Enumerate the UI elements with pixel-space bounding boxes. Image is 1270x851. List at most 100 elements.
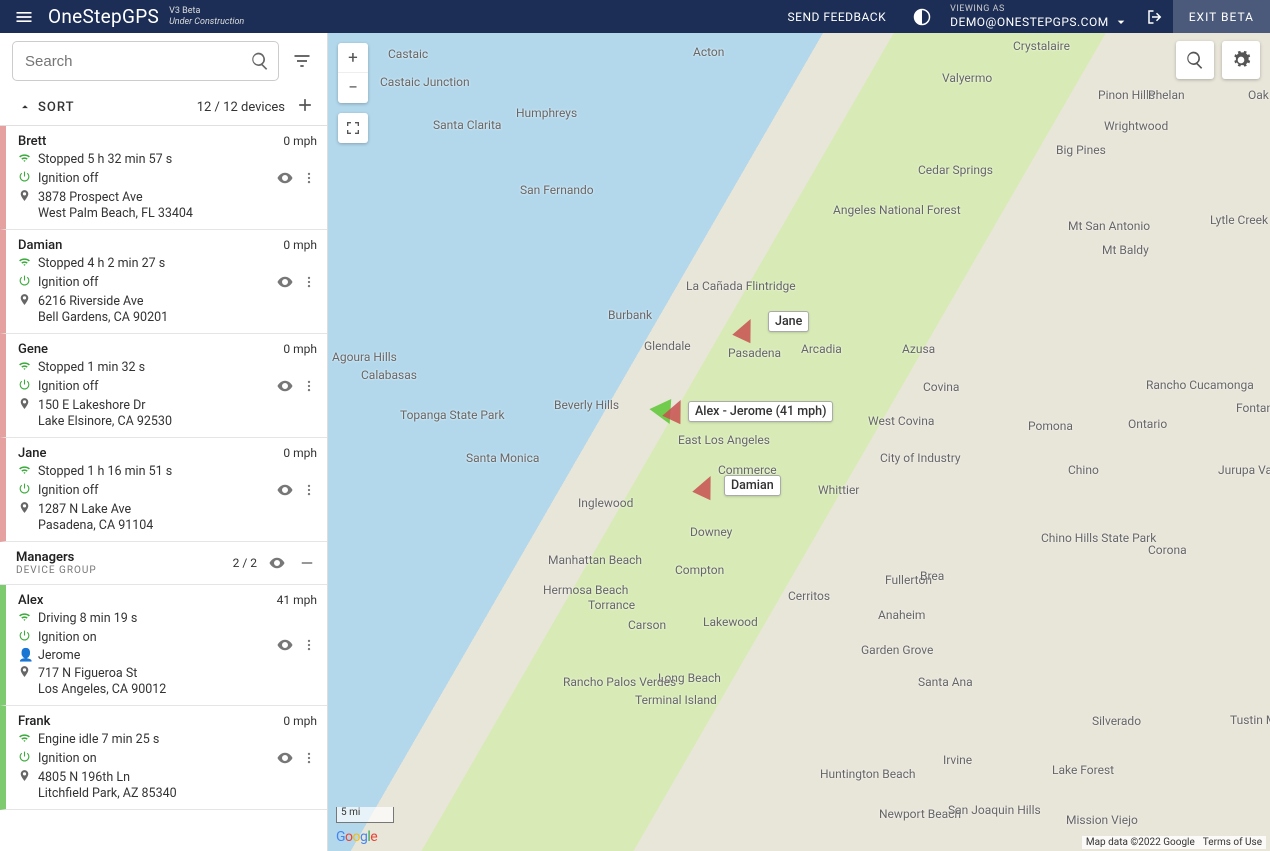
eye-icon[interactable]: [267, 554, 287, 572]
more-icon[interactable]: [299, 376, 319, 396]
map-city-label: Fontana: [1236, 401, 1270, 415]
send-feedback-button[interactable]: SEND FEEDBACK: [772, 0, 903, 33]
eye-icon[interactable]: [275, 748, 295, 768]
map-marker-jane[interactable]: [732, 315, 759, 343]
more-icon[interactable]: [299, 635, 319, 655]
map-city-label: Garden Grove: [861, 643, 933, 657]
more-icon[interactable]: [299, 748, 319, 768]
map-city-label: Ontario: [1128, 417, 1167, 431]
power-icon: [18, 482, 32, 499]
zoom-out-button[interactable]: −: [338, 73, 368, 103]
wifi-icon: [18, 151, 32, 168]
map-city-label: Anaheim: [878, 608, 925, 622]
fullscreen-icon[interactable]: [338, 113, 368, 143]
map-city-label: Chino: [1068, 463, 1099, 477]
map-city-label: Rancho Cucamonga: [1146, 378, 1254, 392]
logout-icon[interactable]: [1137, 0, 1173, 33]
map-city-label: Silverado: [1092, 714, 1141, 728]
eye-icon[interactable]: [275, 635, 295, 655]
device-item[interactable]: Damian0 mph Stopped 4 h 2 min 27 s Ignit…: [0, 230, 327, 334]
map-city-label: Angeles National Forest: [833, 203, 961, 217]
map-search-icon[interactable]: [1176, 41, 1214, 79]
chevron-down-icon: [1113, 14, 1129, 30]
map-city-label: Wrightwood: [1104, 119, 1168, 133]
map-city-label: Whittier: [818, 483, 859, 497]
device-item[interactable]: Alex41 mph Driving 8 min 19 s Ignition o…: [0, 585, 327, 706]
map-city-label: Pinon Hills: [1098, 88, 1155, 102]
eye-icon[interactable]: [275, 376, 295, 396]
more-icon[interactable]: [299, 480, 319, 500]
chevron-up-icon: [18, 100, 32, 114]
map-city-label: Topanga State Park: [400, 408, 505, 422]
pin-icon: [18, 501, 32, 518]
terms-link[interactable]: Terms of Use: [1203, 837, 1262, 848]
map-city-label: La Cañada Flintridge: [686, 279, 796, 293]
beta-label: V3 Beta Under Construction: [169, 6, 244, 28]
eye-icon[interactable]: [275, 480, 295, 500]
map-city-label: Arcadia: [801, 342, 842, 356]
map-city-label: Acton: [693, 45, 724, 59]
eye-icon[interactable]: [275, 272, 295, 292]
contrast-icon[interactable]: [902, 0, 942, 33]
map-city-label: Azusa: [902, 342, 935, 356]
device-item[interactable]: Brett0 mph Stopped 5 h 32 min 57 s Ignit…: [0, 126, 327, 230]
map-city-label: Lakewood: [703, 615, 758, 629]
device-item[interactable]: Gene0 mph Stopped 1 min 32 s Ignition of…: [0, 334, 327, 438]
device-list[interactable]: Brett0 mph Stopped 5 h 32 min 57 s Ignit…: [0, 126, 327, 851]
map-city-label: Pasadena: [728, 346, 781, 360]
search-box[interactable]: [12, 41, 279, 81]
power-icon: [18, 170, 32, 187]
search-input[interactable]: [25, 53, 250, 70]
map-city-label: Tustin Mountain Reserve: [1230, 713, 1270, 727]
map-city-label: Jurupa Valley: [1218, 463, 1270, 477]
map-city-label: Big Pines: [1056, 143, 1106, 157]
map-canvas[interactable]: + − CastaicCastaic JunctionActonCrystala…: [328, 33, 1270, 851]
power-icon: [18, 629, 32, 646]
zoom-control: + −: [338, 43, 368, 103]
map-city-label: Terminal Island: [635, 693, 717, 707]
sidebar: SORT 12 / 12 devices Brett0 mph Stopped …: [0, 33, 328, 851]
map-city-label: Santa Ana: [918, 675, 973, 689]
map-city-label: Corona: [1148, 543, 1187, 557]
gear-icon[interactable]: [1222, 41, 1260, 79]
pin-icon: [18, 189, 32, 206]
fullscreen-control: [338, 113, 368, 143]
map-city-label: East Los Angeles: [678, 433, 770, 447]
map-tag-alex[interactable]: Alex - Jerome (41 mph): [688, 401, 833, 422]
sort-toggle[interactable]: SORT: [18, 100, 75, 115]
device-item[interactable]: Jane0 mph Stopped 1 h 16 min 51 s Igniti…: [0, 438, 327, 542]
pin-icon: [18, 397, 32, 414]
map-city-label: San Fernando: [520, 183, 594, 197]
search-icon[interactable]: [250, 51, 270, 71]
pin-icon: [18, 665, 32, 682]
map-city-label: Rancho Palos Verdes: [563, 675, 676, 689]
more-icon[interactable]: [299, 168, 319, 188]
map-city-label: Mission Viejo: [1066, 813, 1138, 827]
add-icon[interactable]: [295, 95, 315, 119]
hamburger-menu-icon[interactable]: [8, 1, 40, 33]
map-city-label: Crystalaire: [1013, 39, 1070, 53]
map-tag-damian[interactable]: Damian: [724, 475, 781, 496]
map-city-label: Huntington Beach: [820, 767, 916, 781]
map-city-label: Glendale: [644, 339, 691, 353]
power-icon: [18, 274, 32, 291]
app-header: OneStepGPS V3 Beta Under Construction SE…: [0, 0, 1270, 33]
device-item[interactable]: Frank0 mph Engine idle 7 min 25 s Igniti…: [0, 706, 327, 810]
map-city-label: Humphreys: [516, 106, 577, 120]
map-tag-jane[interactable]: Jane: [768, 311, 809, 332]
wifi-icon: [18, 359, 32, 376]
more-icon[interactable]: [299, 272, 319, 292]
map-city-label: Santa Monica: [466, 451, 539, 465]
filter-icon[interactable]: [287, 46, 317, 76]
map-city-label: Covina: [923, 380, 959, 394]
map-city-label: Castaic: [388, 47, 428, 61]
collapse-icon[interactable]: [297, 554, 317, 572]
viewing-as[interactable]: VIEWING AS DEMO@ONESTEPGPS.COM: [942, 4, 1137, 30]
eye-icon[interactable]: [275, 168, 295, 188]
map-scale: 5 mi: [336, 807, 394, 823]
map-city-label: Cerritos: [788, 589, 830, 603]
zoom-in-button[interactable]: +: [338, 43, 368, 73]
exit-beta-button[interactable]: EXIT BETA: [1173, 0, 1270, 33]
map-marker-damian[interactable]: [692, 472, 719, 500]
group-header[interactable]: Managers DEVICE GROUP 2 / 2: [0, 542, 327, 585]
